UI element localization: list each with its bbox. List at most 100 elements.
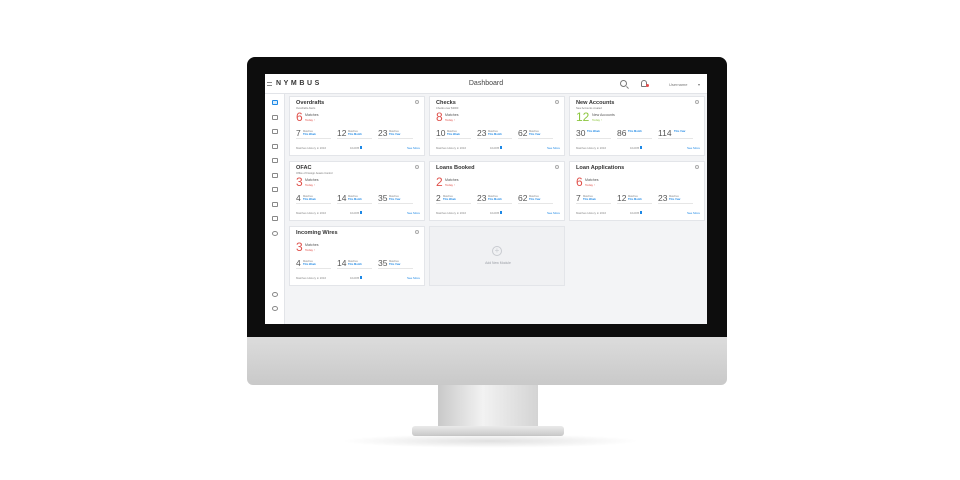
calendar-icon[interactable]: [272, 173, 278, 178]
count-caption: Matches: [305, 243, 319, 247]
monitor-icon[interactable]: [272, 100, 278, 105]
settings-icon[interactable]: [272, 306, 278, 311]
stat-period: This Week: [303, 263, 316, 267]
gear-icon[interactable]: [555, 165, 559, 169]
stat-period: This Week: [587, 130, 600, 133]
history-counter: 10x005: [630, 211, 643, 215]
stat-label: Matches This Year: [389, 260, 401, 266]
see-more-link[interactable]: See More: [547, 146, 560, 150]
stat-number: 12: [617, 193, 627, 203]
history-counter: 10x005: [490, 146, 503, 150]
dashboard-card[interactable]: OFAC Office of Foreign Assets Control 3 …: [289, 161, 425, 221]
stat-divider: [617, 203, 652, 204]
add-module-card[interactable]: + Add New Module: [429, 226, 565, 286]
card-title: Loan Applications: [576, 165, 625, 171]
stat-divider: [337, 268, 372, 269]
stat-divider: [296, 203, 331, 204]
grid-icon[interactable]: [272, 158, 278, 163]
gear-icon[interactable]: [695, 100, 699, 104]
chart-icon[interactable]: [272, 144, 278, 149]
stat-number: 35: [378, 193, 388, 203]
stat-period: This Year: [389, 263, 401, 267]
gear-icon[interactable]: [415, 165, 419, 169]
pie-chart-icon[interactable]: [272, 231, 278, 236]
stat-label: This Month: [628, 130, 642, 133]
monitor-shadow: [340, 434, 640, 448]
history-label: Matches History in 2016: [296, 146, 327, 150]
stat-item: 30 This Week: [576, 128, 617, 140]
today-badge: Today ↑: [445, 182, 456, 187]
briefcase-icon[interactable]: [272, 187, 278, 192]
stat-item: 86 This Month: [617, 128, 658, 140]
stat-divider: [576, 203, 611, 204]
counter-value: 10x005: [490, 146, 500, 150]
today-badge: Today ↑: [585, 182, 596, 187]
add-module-label: Add New Module: [485, 261, 511, 265]
user-icon[interactable]: [272, 115, 278, 120]
gear-icon[interactable]: [415, 230, 419, 234]
stat-number: 14: [337, 193, 347, 203]
stat-label: Matches This Year: [389, 195, 401, 201]
stat-item: 4 Matches This Week: [296, 258, 337, 270]
see-more-link[interactable]: See More: [547, 211, 560, 215]
stat-label: Matches This Year: [529, 195, 541, 201]
stat-period: This Month: [488, 133, 502, 137]
see-more-link[interactable]: See More: [407, 211, 420, 215]
gear-icon[interactable]: [415, 100, 419, 104]
stat-number: 30: [576, 128, 586, 138]
see-more-link[interactable]: See More: [407, 276, 420, 280]
stat-number: 10: [436, 128, 446, 138]
stat-period: This Year: [389, 198, 401, 202]
dashboard-card[interactable]: Incoming Wires 3 Matches Today ↑ 4 Match…: [289, 226, 425, 286]
card-footer: Matches History in 2016 10x005 See More: [296, 276, 420, 281]
count-caption: Matches: [305, 178, 319, 182]
stat-item: 62 Matches This Year: [518, 128, 559, 140]
card-title: Overdrafts: [296, 100, 325, 106]
stat-item: 14 Matches This Month: [337, 258, 378, 270]
stat-label: Matches This Month: [348, 260, 362, 266]
plus-icon[interactable]: +: [492, 246, 502, 256]
dashboard-card[interactable]: Overdrafts Overdrafts Alerts 6 Matches T…: [289, 96, 425, 156]
see-more-link[interactable]: See More: [687, 146, 700, 150]
app-screen: NYMBUS Dashboard Username ▾ Overdrafts O…: [265, 74, 707, 324]
stats-row: 30 This Week 86 This Month 114 This Year: [576, 128, 700, 140]
see-more-link[interactable]: See More: [407, 146, 420, 150]
counter-marker: [500, 211, 503, 214]
history-label: Matches History in 2016: [296, 276, 327, 280]
card-icon[interactable]: [272, 129, 278, 134]
today-badge: Today ↑: [592, 117, 603, 122]
gear-icon[interactable]: [695, 165, 699, 169]
chevron-down-icon[interactable]: ▾: [698, 82, 700, 87]
stats-row: 2 Matches This Week 23 Matches This Mont…: [436, 193, 560, 205]
transfer-icon[interactable]: [272, 202, 278, 207]
dashboard-card[interactable]: Loans Booked 2 Matches Today ↑ 2 Matches…: [429, 161, 565, 221]
today-label: New Accounts Today ↑: [592, 113, 615, 122]
stat-divider: [477, 138, 512, 139]
stat-period: This Week: [303, 133, 316, 137]
stat-period: This Month: [348, 263, 362, 267]
help-icon[interactable]: [272, 292, 278, 297]
user-menu[interactable]: Username: [669, 82, 687, 87]
dashboard-card[interactable]: New Accounts New Accounts created 12 New…: [569, 96, 705, 156]
stat-number: 7: [296, 128, 301, 138]
stat-number: 114: [658, 128, 672, 138]
see-more-link[interactable]: See More: [687, 211, 700, 215]
stat-item: 10 Matches This Week: [436, 128, 477, 140]
stat-divider: [296, 138, 331, 139]
stat-item: 12 Matches This Month: [617, 193, 658, 205]
stat-number: 7: [576, 193, 581, 203]
stat-period: This Week: [583, 198, 596, 202]
stat-item: 62 Matches This Year: [518, 193, 559, 205]
dashboard-card[interactable]: Checks Checks over $3000 8 Matches Today…: [429, 96, 565, 156]
card-footer: Matches History in 2016 10x005 See More: [576, 146, 700, 151]
bar-chart-icon[interactable]: [272, 216, 278, 221]
monitor-stand: [438, 385, 538, 429]
search-icon[interactable]: [620, 80, 627, 87]
dashboard-card[interactable]: Loan Applications 6 Matches Today ↑ 7 Ma…: [569, 161, 705, 221]
card-title: Checks: [436, 100, 456, 106]
counter-marker: [500, 146, 503, 149]
today-count: 6: [296, 110, 303, 124]
history-label: Matches History in 2016: [436, 211, 467, 215]
card-footer: Matches History in 2016 10x005 See More: [296, 146, 420, 151]
gear-icon[interactable]: [555, 100, 559, 104]
